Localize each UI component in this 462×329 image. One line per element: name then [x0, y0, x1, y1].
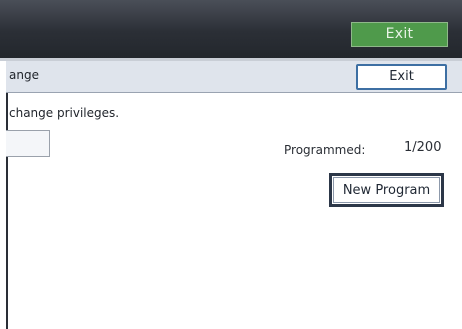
- programmed-label: Programmed:: [284, 143, 366, 157]
- input-field[interactable]: [6, 130, 50, 157]
- panel-header-text: ange: [9, 68, 39, 82]
- exit-button[interactable]: Exit: [356, 64, 447, 90]
- new-program-label: New Program: [333, 177, 440, 203]
- instruction-text: change privileges.: [9, 106, 120, 120]
- programmed-count: 1/200: [404, 140, 442, 155]
- new-program-button[interactable]: New Program: [329, 173, 444, 207]
- exit-button-top[interactable]: Exit: [351, 22, 448, 47]
